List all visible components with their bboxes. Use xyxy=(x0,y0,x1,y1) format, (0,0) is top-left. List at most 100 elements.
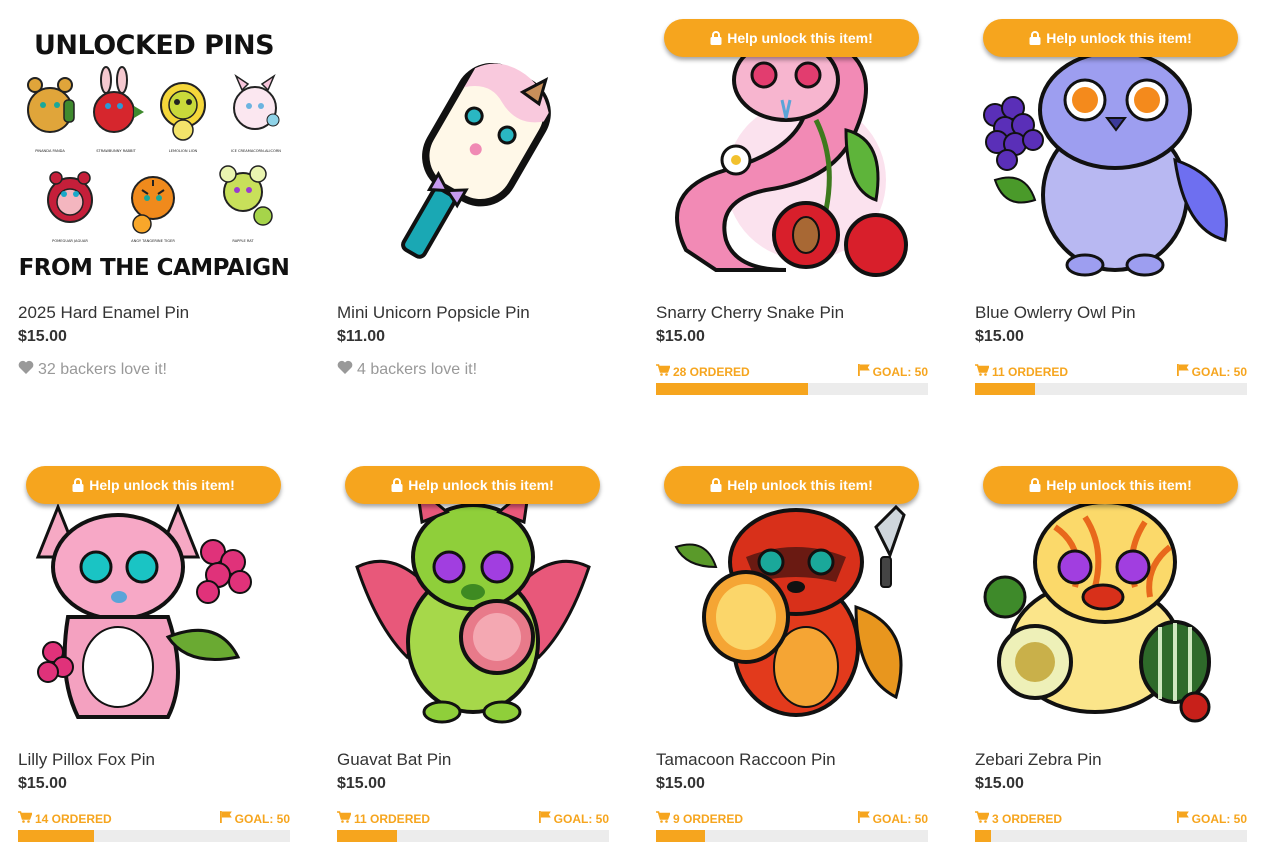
cart-icon xyxy=(975,811,990,826)
promo-name-4: ICE CREAMACORN-ALICORN xyxy=(231,149,281,153)
product-title[interactable]: 2025 Hard Enamel Pin xyxy=(18,303,189,323)
lock-icon xyxy=(710,31,722,45)
flag-icon xyxy=(1176,364,1189,379)
order-stats: 14 ORDERED GOAL: 50 xyxy=(18,811,290,826)
flag-icon xyxy=(1176,811,1189,826)
product-title[interactable]: Blue Owlerry Owl Pin xyxy=(975,303,1136,323)
lock-icon xyxy=(391,478,403,492)
goal-text: GOAL: 50 xyxy=(234,811,290,826)
order-stats: 28 ORDERED GOAL: 50 xyxy=(656,364,928,379)
progress-bar xyxy=(337,830,609,842)
product-image-snake[interactable] xyxy=(656,20,928,290)
goal-count: GOAL: 50 xyxy=(538,811,609,826)
help-unlock-button[interactable]: Help unlock this item! xyxy=(26,466,281,504)
ordered-count: 14 ORDERED xyxy=(18,811,112,826)
ordered-count: 11 ORDERED xyxy=(337,811,430,826)
product-title[interactable]: Guavat Bat Pin xyxy=(337,750,451,770)
product-image-raccoon[interactable] xyxy=(656,467,928,737)
product-image-popsicle[interactable] xyxy=(337,20,609,290)
product-image-owl[interactable] xyxy=(975,20,1247,290)
backers-love-text: 4 backers love it! xyxy=(357,360,478,378)
progress-bar-fill xyxy=(18,830,95,842)
ordered-text: 3 ORDERED xyxy=(992,811,1063,826)
order-stats: 11 ORDERED GOAL: 50 xyxy=(337,811,609,826)
goal-text: GOAL: 50 xyxy=(1191,364,1247,379)
product-image-bat[interactable] xyxy=(337,467,609,737)
flag-icon xyxy=(857,811,870,826)
product-price: $15.00 xyxy=(656,775,705,792)
promo-name-1: PINANDA PANDA xyxy=(35,149,65,153)
order-stats: 9 ORDERED GOAL: 50 xyxy=(656,811,928,826)
lock-icon xyxy=(710,478,722,492)
promo-name-3: LEMOLION LION xyxy=(169,149,198,153)
ordered-count: 3 ORDERED xyxy=(975,811,1062,826)
help-unlock-button[interactable]: Help unlock this item! xyxy=(664,466,919,504)
order-stats: 3 ORDERED GOAL: 50 xyxy=(975,811,1247,826)
progress-bar-fill xyxy=(337,830,397,842)
help-unlock-button[interactable]: Help unlock this item! xyxy=(345,466,600,504)
product-price: $15.00 xyxy=(656,328,705,345)
cart-icon xyxy=(337,811,352,826)
cart-icon xyxy=(656,811,671,826)
goal-count: GOAL: 50 xyxy=(857,811,928,826)
promo-name-2: STRAWBUNNY RABBIT xyxy=(96,149,136,153)
product-image-zebra[interactable] xyxy=(975,467,1247,737)
product-title[interactable]: Zebari Zebra Pin xyxy=(975,750,1102,770)
flag-icon xyxy=(219,811,232,826)
product-title[interactable]: Tamacoon Raccoon Pin xyxy=(656,750,836,770)
ordered-text: 11 ORDERED xyxy=(992,364,1069,379)
progress-bar xyxy=(656,383,928,395)
ordered-count: 11 ORDERED xyxy=(975,364,1068,379)
backers-love-text: 32 backers love it! xyxy=(38,360,167,378)
product-price: $15.00 xyxy=(975,328,1024,345)
help-unlock-label: Help unlock this item! xyxy=(408,477,554,493)
progress-bar-fill xyxy=(656,383,809,395)
product-price: $15.00 xyxy=(975,775,1024,792)
product-price: $15.00 xyxy=(18,328,67,345)
goal-text: GOAL: 50 xyxy=(1191,811,1247,826)
help-unlock-label: Help unlock this item! xyxy=(727,30,873,46)
goal-text: GOAL: 50 xyxy=(553,811,609,826)
ordered-text: 9 ORDERED xyxy=(673,811,744,826)
product-title[interactable]: Snarry Cherry Snake Pin xyxy=(656,303,844,323)
product-image-unlocked-pins-promo[interactable]: UNLOCKED PINS PINANDA PANDA STRAWBUNNY R… xyxy=(18,20,290,290)
lock-icon xyxy=(1029,31,1041,45)
cart-icon xyxy=(656,364,671,379)
goal-count: GOAL: 50 xyxy=(219,811,290,826)
flag-icon xyxy=(538,811,551,826)
promo-title-top: UNLOCKED PINS xyxy=(34,30,274,61)
help-unlock-button[interactable]: Help unlock this item! xyxy=(664,19,919,57)
help-unlock-label: Help unlock this item! xyxy=(1046,477,1192,493)
product-price: $15.00 xyxy=(337,775,386,792)
ordered-text: 28 ORDERED xyxy=(673,364,750,379)
order-stats: 11 ORDERED GOAL: 50 xyxy=(975,364,1247,379)
product-title[interactable]: Lilly Pillox Fox Pin xyxy=(18,750,155,770)
promo-name-5: POMEGUAR JAGUAR xyxy=(52,239,88,243)
product-image-fox[interactable] xyxy=(18,467,290,737)
goal-count: GOAL: 50 xyxy=(857,364,928,379)
promo-name-7: RAPPLE RAT xyxy=(232,239,254,243)
backers-love: 32 backers love it! xyxy=(18,360,167,379)
progress-bar xyxy=(18,830,290,842)
help-unlock-button[interactable]: Help unlock this item! xyxy=(983,19,1238,57)
goal-text: GOAL: 50 xyxy=(872,811,928,826)
product-title[interactable]: Mini Unicorn Popsicle Pin xyxy=(337,303,530,323)
progress-bar xyxy=(656,830,928,842)
goal-count: GOAL: 50 xyxy=(1176,364,1247,379)
heart-icon xyxy=(18,360,34,379)
goal-text: GOAL: 50 xyxy=(872,364,928,379)
backers-love: 4 backers love it! xyxy=(337,360,477,379)
progress-bar xyxy=(975,383,1247,395)
progress-bar-fill xyxy=(975,383,1035,395)
lock-icon xyxy=(1029,478,1041,492)
help-unlock-button[interactable]: Help unlock this item! xyxy=(983,466,1238,504)
progress-bar xyxy=(975,830,1247,842)
help-unlock-label: Help unlock this item! xyxy=(89,477,235,493)
cart-icon xyxy=(975,364,990,379)
goal-count: GOAL: 50 xyxy=(1176,811,1247,826)
ordered-count: 28 ORDERED xyxy=(656,364,750,379)
promo-name-6: ANGY TANGERINE TIGER xyxy=(131,239,175,243)
promo-title-bottom: FROM THE CAMPAIGN xyxy=(19,255,290,281)
heart-icon xyxy=(337,360,353,379)
product-price: $15.00 xyxy=(18,775,67,792)
